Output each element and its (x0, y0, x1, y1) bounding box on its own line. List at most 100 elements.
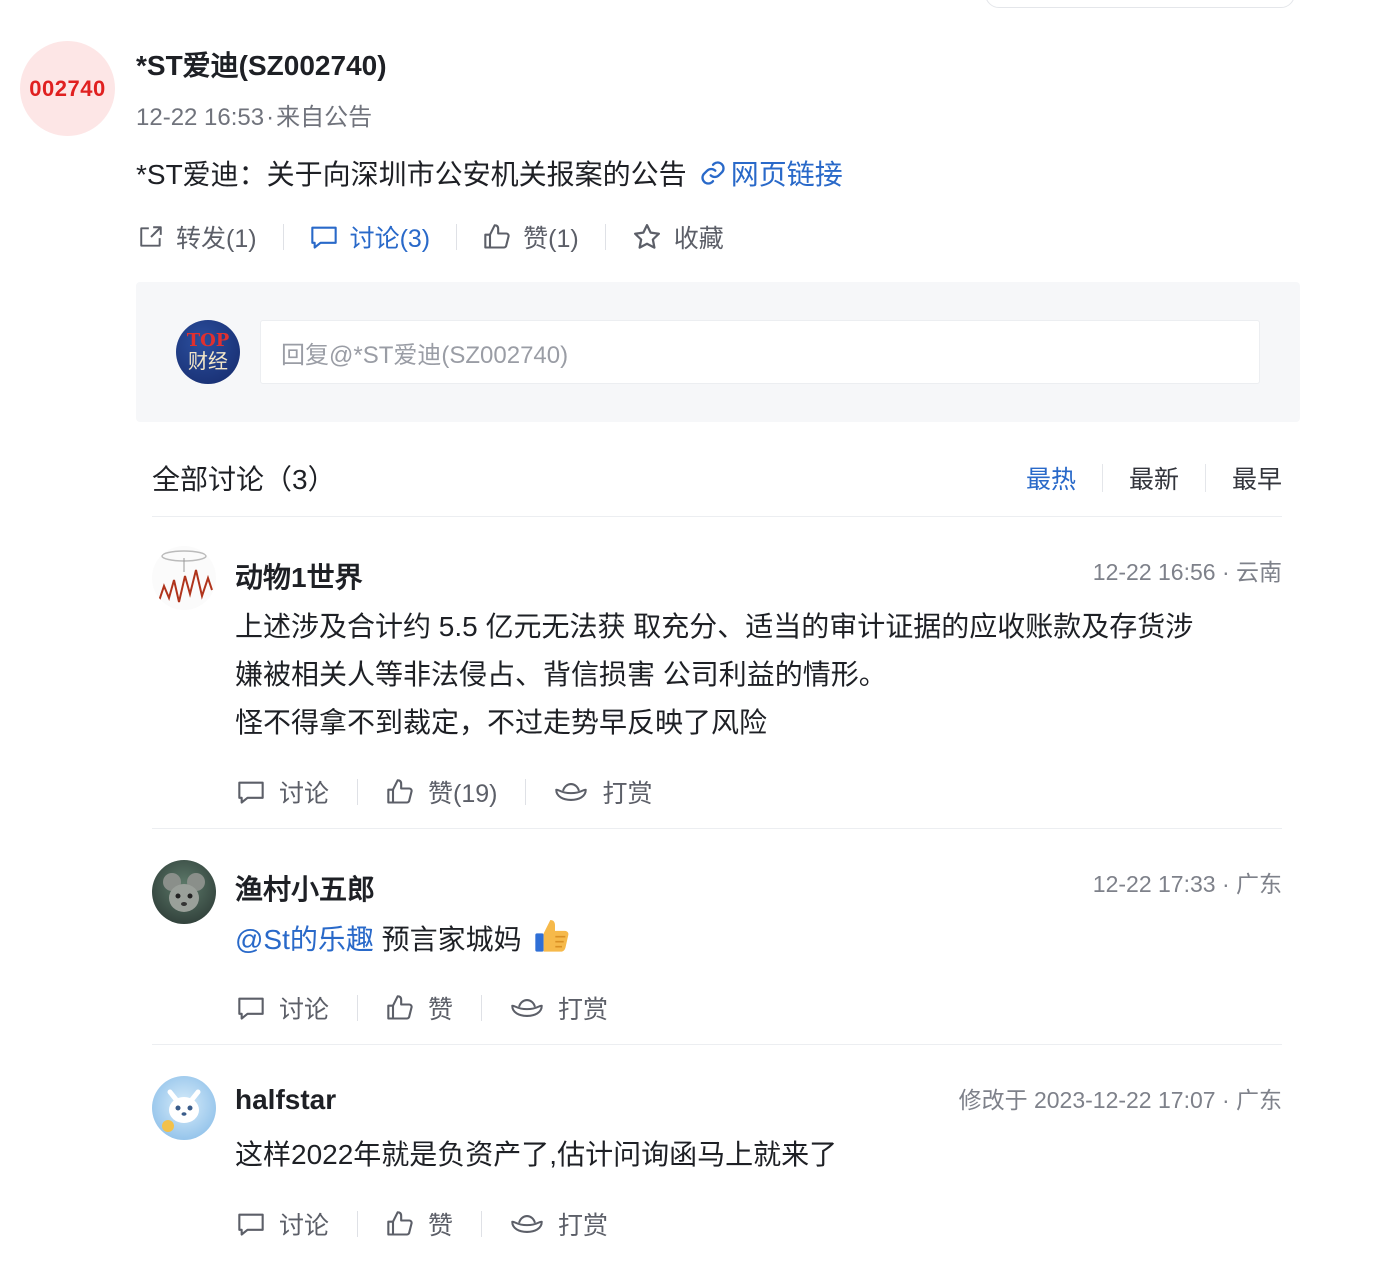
discuss-label: 讨论(3) (349, 225, 431, 253)
divider (1204, 464, 1206, 492)
comment-text: @St的乐趣 预言家城妈 (235, 915, 1275, 970)
thumbs-up-icon (387, 779, 413, 804)
mouse-avatar-icon (163, 873, 205, 912)
comment-like-button[interactable]: 赞 (386, 990, 453, 1026)
stock-name[interactable]: *ST爱迪(SZ002740) (136, 44, 387, 84)
commenter-avatar[interactable] (152, 546, 216, 610)
comment-actions: 讨论 赞(19) 打赏 (237, 774, 653, 810)
comment-reward-label: 打赏 (558, 996, 609, 1024)
star-icon (633, 224, 660, 249)
forward-button[interactable]: 转发(1) (138, 219, 257, 255)
post-time: 12-22 16:53 (136, 104, 265, 131)
comment-like-label: 赞(19) (428, 780, 498, 808)
stock-chart-avatar-icon (157, 550, 213, 605)
ingot-icon (511, 1215, 543, 1233)
divider (152, 1044, 1282, 1045)
divider (357, 779, 359, 805)
ingot-icon (511, 999, 543, 1017)
avatar-sub-text: 财经 (188, 349, 228, 373)
like-label: 赞(1) (523, 225, 579, 253)
comment-line: 嫌被相关人等非法侵占、背信损害 公司利益的情形。 (235, 659, 887, 690)
comment-time: 12-22 16:56 · 云南 (1092, 559, 1282, 585)
comment-reward-button[interactable]: 打赏 (510, 990, 608, 1026)
thumbs-up-icon (387, 995, 413, 1020)
comment-actions: 讨论 赞 打赏 (237, 1206, 608, 1242)
post-meta: 12-22 16:53·来自公告 (136, 97, 372, 132)
comment-like-label: 赞 (428, 996, 454, 1024)
comment-time: 12-22 17:33 · 广东 (1092, 871, 1282, 897)
comment-author[interactable]: halfstar (235, 1084, 336, 1116)
divider (1101, 464, 1103, 492)
web-link-label: 网页链接 (730, 159, 843, 190)
stock-avatar-code: 002740 (29, 75, 106, 101)
comment-like-label: 赞 (428, 1212, 454, 1240)
divider (481, 995, 483, 1021)
like-button[interactable]: 赞(1) (483, 219, 579, 255)
comment-discuss-button[interactable]: 讨论 (237, 1206, 329, 1242)
discuss-button[interactable]: 讨论(3) (310, 219, 431, 255)
comment-item: 渔村小五郎 12-22 17:33 · 广东 @St的乐趣 预言家城妈 讨论 赞 (152, 860, 1282, 1030)
cartoon-fox-avatar-icon (162, 1089, 201, 1132)
comment-author[interactable]: 渔村小五郎 (235, 868, 375, 908)
divider (456, 224, 458, 250)
sort-tabs: 最热 最新 最早 (1026, 460, 1282, 496)
stock-avatar[interactable]: 002740 (20, 41, 115, 136)
post-source: 来自公告 (276, 104, 373, 131)
comment-discuss-label: 讨论 (279, 780, 330, 808)
comment-reward-button[interactable]: 打赏 (510, 1206, 608, 1242)
post-page: 002740 *ST爱迪(SZ002740) 12-22 16:53·来自公告 … (0, 0, 1394, 1280)
comment-actions: 讨论 赞 打赏 (237, 990, 608, 1026)
divider (152, 828, 1282, 829)
web-link[interactable]: 网页链接 (699, 153, 843, 193)
comment-author[interactable]: 动物1世界 (235, 556, 363, 596)
search-box-edge[interactable] (985, 0, 1295, 8)
divider (481, 1211, 483, 1237)
divider (525, 779, 527, 805)
reply-area: TOP 财经 回复@*ST爱迪(SZ002740) (136, 282, 1300, 422)
comment-icon (238, 781, 264, 804)
commenter-avatar[interactable] (152, 1076, 216, 1140)
commenter-avatar[interactable] (152, 860, 216, 924)
meta-separator: · (266, 104, 275, 131)
reply-input[interactable]: 回复@*ST爱迪(SZ002740) (260, 320, 1260, 384)
divider (357, 1211, 359, 1237)
share-icon (140, 226, 162, 247)
comment-text: 上述涉及合计约 5.5 亿元无法获 取充分、适当的审计证据的应收账款及存货涉 嫌… (235, 603, 1275, 747)
comment-body: 这样2022年就是负资产了,估计问询函马上就来了 (235, 1139, 838, 1170)
comment-discuss-label: 讨论 (279, 996, 330, 1024)
sort-hot-tab[interactable]: 最热 (1026, 460, 1076, 496)
comment-reward-label: 打赏 (558, 1212, 609, 1240)
comment-discuss-label: 讨论 (279, 1212, 330, 1240)
thumbs-up-icon (484, 224, 510, 249)
comment-like-button[interactable]: 赞 (386, 1206, 453, 1242)
divider (604, 224, 606, 250)
ingot-icon (555, 783, 588, 801)
comment-time: 修改于 2023-12-22 17:07 · 广东 (958, 1087, 1282, 1113)
post-action-bar: 转发(1) 讨论(3) 赞(1) 收藏 (138, 219, 724, 255)
sort-new-tab[interactable]: 最新 (1129, 460, 1179, 496)
comment-item: halfstar 修改于 2023-12-22 17:07 · 广东 这样202… (152, 1076, 1282, 1266)
forward-label: 转发(1) (176, 225, 257, 253)
comment-discuss-button[interactable]: 讨论 (237, 774, 329, 810)
comment-reward-label: 打赏 (602, 780, 653, 808)
comment-discuss-button[interactable]: 讨论 (237, 990, 329, 1026)
post-title-text: *ST爱迪：关于向深圳市公安机关报案的公告 (136, 159, 687, 190)
favorite-label: 收藏 (673, 225, 724, 253)
avatar-top-text: TOP (186, 330, 230, 351)
post-title: *ST爱迪：关于向深圳市公安机关报案的公告 网页链接 (136, 153, 843, 193)
favorite-button[interactable]: 收藏 (632, 219, 724, 255)
comment-icon (238, 1213, 264, 1236)
comment-line: 怪不得拿不到裁定，不过走势早反映了风险 (235, 707, 768, 738)
comment-like-button[interactable]: 赞(19) (386, 774, 497, 810)
divider (357, 995, 359, 1021)
comment-icon (238, 997, 264, 1020)
comment-reward-button[interactable]: 打赏 (554, 774, 653, 810)
comment-body: 预言家城妈 (373, 924, 522, 955)
user-mention[interactable]: @St的乐趣 (235, 924, 374, 955)
current-user-avatar[interactable]: TOP 财经 (176, 320, 240, 384)
comment-line: 上述涉及合计约 5.5 亿元无法获 取充分、适当的审计证据的应收账款及存货涉 (235, 611, 1194, 642)
thumbs-up-emoji-icon (532, 915, 572, 970)
comment-icon (310, 226, 337, 249)
sort-early-tab[interactable]: 最早 (1232, 460, 1282, 496)
thumbs-up-icon (387, 1211, 413, 1236)
